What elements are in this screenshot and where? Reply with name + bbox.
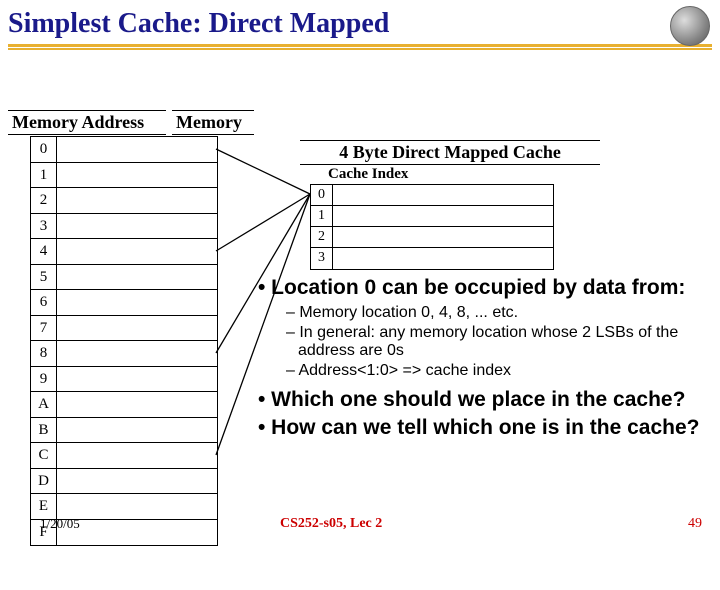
footer-center: CS252-s05, Lec 2 xyxy=(280,516,382,532)
memory-table: 0 1 2 3 4 5 6 7 8 9 A B C D E F xyxy=(30,136,218,546)
table-row: 0 xyxy=(311,185,553,206)
bullet-level-2: – Memory location 0, 4, 8, ... etc. xyxy=(298,304,708,322)
memory-header: Memory xyxy=(172,110,254,135)
bullet-level-1: • Which one should we place in the cache… xyxy=(254,388,708,412)
cache-index-label: Cache Index xyxy=(328,166,408,183)
bullet-level-1: • Location 0 can be occupied by data fro… xyxy=(254,276,708,300)
table-row: 3 xyxy=(311,248,553,269)
slide-title: Simplest Cache: Direct Mapped xyxy=(0,0,720,44)
table-row: C xyxy=(31,443,217,469)
table-row: 2 xyxy=(311,227,553,248)
title-underline xyxy=(8,44,712,50)
table-row: 3 xyxy=(31,214,217,240)
table-row: 2 xyxy=(31,188,217,214)
table-row: 6 xyxy=(31,290,217,316)
table-row: 0 xyxy=(31,137,217,163)
cache-title: 4 Byte Direct Mapped Cache xyxy=(300,140,600,165)
bullet-list: • Location 0 can be occupied by data fro… xyxy=(254,276,708,444)
bullet-level-2: – In general: any memory location whose … xyxy=(298,324,708,360)
table-row: 1 xyxy=(311,206,553,227)
table-row: 7 xyxy=(31,316,217,342)
institution-logo xyxy=(670,6,710,46)
footer-date: 1/20/05 xyxy=(40,516,80,532)
table-row: D xyxy=(31,469,217,495)
table-row: 4 xyxy=(31,239,217,265)
footer-page-number: 49 xyxy=(688,516,702,532)
table-row: 8 xyxy=(31,341,217,367)
table-row: 9 xyxy=(31,367,217,393)
table-row: A xyxy=(31,392,217,418)
bullet-level-2: – Address<1:0> => cache index xyxy=(298,362,708,380)
bullet-level-1: • How can we tell which one is in the ca… xyxy=(254,416,708,440)
cache-table: 0 1 2 3 xyxy=(310,184,554,270)
memory-address-header: Memory Address xyxy=(8,110,166,135)
table-row: B xyxy=(31,418,217,444)
table-row: 5 xyxy=(31,265,217,291)
table-row: 1 xyxy=(31,163,217,189)
